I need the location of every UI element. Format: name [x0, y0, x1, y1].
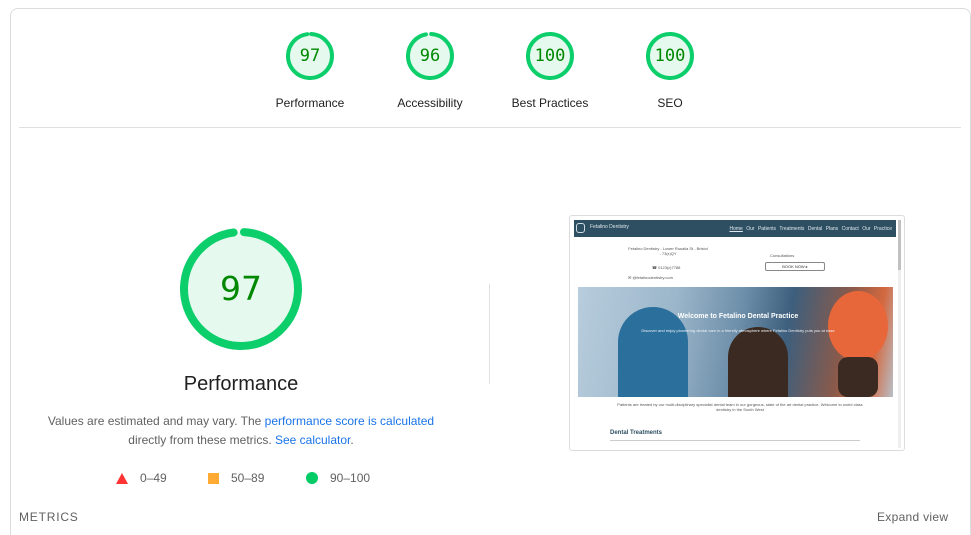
hero-dentist-figure — [618, 307, 688, 397]
hero-mirror-figure — [828, 291, 888, 361]
square-icon — [208, 472, 219, 484]
legend-average: 50–89 — [208, 471, 264, 485]
thumb-nav-links: Home Our Patients Treatments Dental Plan… — [729, 226, 892, 232]
thumb-nav-link: Contact — [841, 226, 859, 232]
thumb-book-button: BOOK NOW ▸ — [765, 262, 825, 271]
thumb-nav-link: Our Patients — [746, 226, 777, 232]
thumb-nav-link: Dental Plans — [807, 226, 839, 232]
thumb-hero-image: Welcome to Fetalino Dental Practice Disc… — [578, 287, 893, 397]
thumb-hero-subtitle: Discover and enjoy pioneering dental car… — [641, 328, 835, 333]
gauge-accessibility[interactable]: 96 Accessibility — [370, 30, 490, 110]
gauge-label: Accessibility — [397, 96, 463, 110]
thumb-nav-link: Our Practice — [862, 226, 892, 232]
gauge-score: 100 — [654, 46, 686, 66]
triangle-icon — [116, 472, 128, 484]
performance-score-link[interactable]: performance score is calculated — [265, 414, 434, 428]
gauge-score: 96 — [419, 46, 441, 66]
gauge-label: SEO — [657, 96, 683, 110]
gauge-label: Performance — [275, 96, 345, 110]
hero-hand-figure — [838, 357, 878, 397]
legend-pass: 90–100 — [306, 471, 370, 485]
see-calculator-link[interactable]: See calculator — [275, 433, 350, 447]
thumb-phone: ☎ 0123(ε)7788 — [652, 265, 681, 270]
circle-icon — [306, 472, 318, 484]
performance-title: Performance — [183, 373, 299, 395]
gauge-performance[interactable]: 97 Performance — [250, 30, 370, 110]
metrics-heading: METRICS — [19, 510, 79, 524]
gauge-seo[interactable]: 100 SEO — [610, 30, 730, 110]
thumb-scrollbar-thumb — [898, 220, 901, 270]
thumb-consult-label: Consultations — [770, 253, 795, 258]
thumb-section-rule — [610, 440, 860, 441]
thumb-nav-link: Home — [729, 226, 743, 232]
legend-fail: 0–49 — [116, 471, 167, 485]
thumb-address: Fetalino Dentistry - Lower Rosalia St - … — [628, 246, 708, 256]
tooth-logo-icon — [576, 223, 585, 233]
thumb-hero-title: Welcome to Fetalino Dental Practice — [677, 313, 799, 320]
description-text: Values are estimated and may vary. The — [47, 414, 265, 428]
description-text: . — [350, 433, 354, 447]
category-gauges: 97 Performance 96 Accessibility 100 Best… — [0, 0, 971, 128]
thumb-nav-link: Treatments — [779, 226, 805, 232]
gauge-best-practices[interactable]: 100 Best Practices — [490, 30, 610, 110]
thumb-section-heading: Dental Treatments — [610, 430, 663, 436]
legend-range: 0–49 — [140, 471, 167, 485]
gauge-score: 100 — [534, 46, 566, 66]
hero-patient-figure — [728, 327, 788, 397]
thumb-navbar: Fetalino Dentistry Home Our Patients Tre… — [574, 220, 896, 237]
thumb-brand: Fetalino Dentistry — [590, 224, 629, 230]
gauge-score: 97 — [299, 46, 321, 66]
score-description: Values are estimated and may vary. The p… — [40, 412, 442, 450]
performance-score: 97 — [220, 269, 262, 308]
vertical-divider — [489, 284, 490, 384]
final-screenshot[interactable]: Fetalino Dentistry Home Our Patients Tre… — [569, 215, 905, 451]
thumb-email: ✉ @fetalinodentistry.com — [628, 275, 673, 280]
legend-range: 90–100 — [330, 471, 371, 485]
legend-range: 50–89 — [231, 471, 265, 485]
thumb-body-text: Patients are treated by our multi-discip… — [617, 402, 863, 412]
description-text: directly from these metrics. — [128, 433, 275, 447]
gauge-label: Best Practices — [511, 96, 589, 110]
expand-view-toggle[interactable]: Expand view — [877, 510, 948, 524]
section-divider — [19, 127, 961, 128]
